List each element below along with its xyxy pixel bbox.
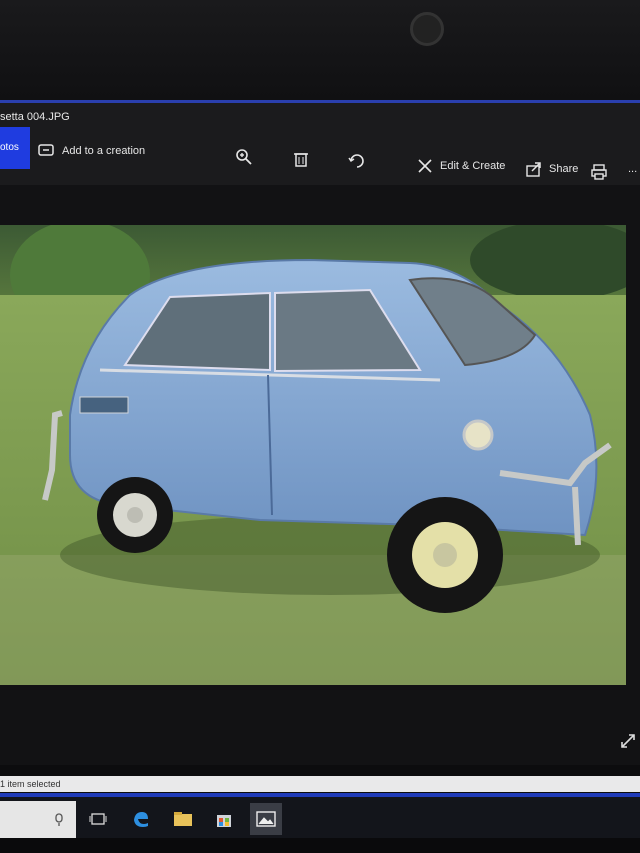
print-button[interactable] [590, 163, 608, 181]
more-button[interactable]: ... [628, 163, 637, 175]
edit-create-label: Edit & Create [440, 160, 506, 172]
zoom-button[interactable] [235, 148, 253, 166]
edit-create-button[interactable]: Edit & Create [416, 157, 505, 175]
edge-icon [134, 812, 148, 827]
task-view-icon [89, 813, 107, 825]
webcam-icon [410, 12, 444, 46]
isetta-car-photo [0, 225, 626, 685]
microphone-icon[interactable] [53, 813, 65, 827]
monitor-bezel-top [0, 0, 640, 100]
delete-button[interactable] [292, 150, 310, 168]
photos-icon [256, 811, 276, 827]
photos-app-button[interactable] [250, 803, 282, 835]
share-button[interactable]: Share [525, 160, 578, 178]
rotate-button[interactable] [348, 152, 366, 170]
add-to-creation-icon [38, 144, 54, 156]
displayed-photo[interactable] [0, 225, 626, 685]
task-view-button[interactable] [84, 805, 112, 833]
zoom-in-icon [236, 149, 252, 165]
taskbar [0, 793, 640, 838]
folder-icon [174, 812, 192, 826]
edit-create-icon [418, 159, 432, 173]
rotate-icon [348, 154, 364, 168]
store-button[interactable] [210, 805, 238, 833]
taskbar-search-box[interactable] [0, 801, 76, 838]
photos-toolbar: Add to a creation Edit & Create Share ..… [0, 130, 640, 185]
print-icon [591, 164, 607, 180]
store-bag-icon [217, 815, 231, 827]
photos-label: otos [0, 142, 19, 153]
edge-browser-button[interactable] [127, 805, 155, 833]
monitor-bezel-bottom [0, 838, 640, 853]
expand-icon[interactable] [620, 733, 636, 749]
more-label: ... [628, 163, 638, 175]
status-text: 1 item selected [0, 779, 61, 789]
status-bar: 1 item selected [0, 776, 640, 792]
window-title: setta 004.JPG [0, 111, 70, 123]
share-icon [526, 162, 541, 177]
add-to-creation-label: Add to a creation [62, 145, 146, 157]
add-to-creation-button[interactable]: Add to a creation [38, 142, 145, 160]
share-label: Share [549, 163, 579, 175]
trash-icon [294, 153, 308, 167]
title-bar: setta 004.JPG – ☐ ✕ [0, 103, 640, 147]
file-explorer-button[interactable] [169, 805, 197, 833]
photos-back-button[interactable]: otos [0, 127, 30, 169]
